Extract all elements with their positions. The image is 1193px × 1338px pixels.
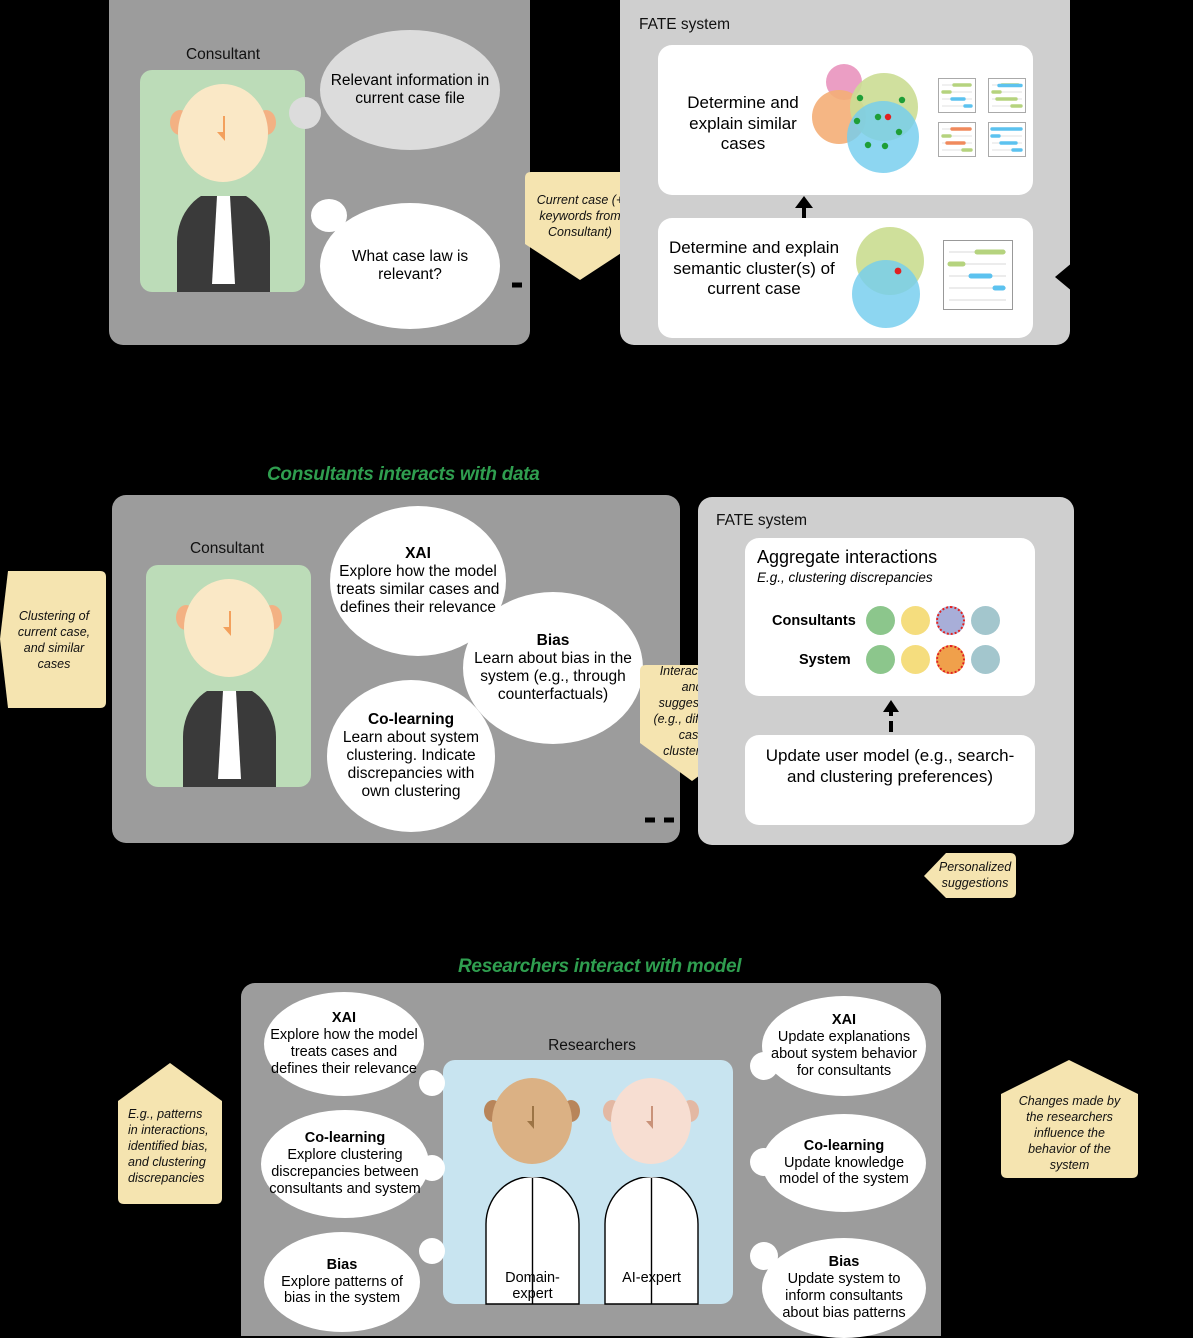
bottom-left-xai-bubble-tail bbox=[419, 1070, 445, 1096]
middle-colearning-title: Co-learning bbox=[367, 711, 455, 729]
aggregate-dot-system-2 bbox=[901, 645, 930, 674]
bottom-left-bias-title: Bias bbox=[326, 1256, 358, 1273]
bottom-left-colearning-text: Explore clustering discrepancies between… bbox=[269, 1147, 421, 1197]
researcher1-nose-icon bbox=[527, 1106, 534, 1129]
aggregate-row-system-label: System bbox=[799, 652, 851, 668]
consultant-nose-icon bbox=[217, 116, 225, 141]
relevant-info-text: Relevant information in current case fil… bbox=[330, 72, 490, 107]
middle-bias-bubble: Bias Learn about bias in the system (e.g… bbox=[463, 592, 643, 744]
bottom-left-xai-bubble: XAI Explore how the model treats cases a… bbox=[264, 992, 424, 1096]
researchers-label: Researchers bbox=[548, 1037, 636, 1054]
what-case-law-bubble: What case law is relevant? bbox=[320, 203, 500, 329]
aggregate-subtitle: E.g., clustering discrepancies bbox=[757, 570, 933, 585]
consultant-robe-icon bbox=[177, 196, 270, 292]
bottom-left-xai-title: XAI bbox=[331, 1010, 357, 1027]
middle-consultant-robe-icon bbox=[183, 691, 276, 787]
middle-colearning-bubble: Co-learning Learn about system clusterin… bbox=[327, 680, 495, 832]
bottom-left-colearning-title: Co-learning bbox=[304, 1130, 386, 1147]
bottom-left-colearning-bubble: Co-learning Explore clustering discrepan… bbox=[261, 1110, 429, 1218]
bottom-right-colearning-title: Co-learning bbox=[803, 1137, 885, 1154]
current-case-callout: Current case (+ keywords from Consultant… bbox=[536, 193, 624, 239]
what-case-law-text: What case law is relevant? bbox=[351, 248, 469, 283]
bottom-right-xai-bubble: XAI Update explanations about system beh… bbox=[762, 996, 926, 1096]
aggregate-dot-system-1 bbox=[866, 645, 895, 674]
aggregate-dot-system-4 bbox=[971, 645, 1000, 674]
aggregate-dot-consultants-2 bbox=[901, 606, 930, 635]
aggregate-dot-consultants-4 bbox=[971, 606, 1000, 635]
researchers-section-title: Researchers interact with model bbox=[458, 956, 742, 977]
bottom-right-bias-title: Bias bbox=[828, 1254, 860, 1271]
clustering-callout: Clustering of current case, and similar … bbox=[17, 609, 91, 671]
top-fate-label: FATE system bbox=[639, 16, 731, 33]
middle-xai-title: XAI bbox=[405, 545, 431, 563]
update-user-model-text: Update user model (e.g., search- and clu… bbox=[765, 746, 1015, 786]
researcher1-role-label: Domain-expert bbox=[505, 1270, 560, 1302]
top-fate-right-inlet-arrow bbox=[1055, 262, 1073, 292]
bottom-left-bias-bubble-tail bbox=[419, 1238, 445, 1264]
changes-callout: Changes made by the researchers influenc… bbox=[1018, 1094, 1121, 1172]
similar-cases-venn-chart bbox=[812, 64, 919, 173]
bottom-right-bias-text: Update system to inform consultants abou… bbox=[782, 1271, 906, 1321]
determine-similar-cases-text: Determine and explain similar cases bbox=[687, 93, 799, 154]
top-consultant-label: Consultant bbox=[185, 46, 261, 63]
determine-semantic-cluster-text: Determine and explain semantic cluster(s… bbox=[668, 238, 840, 299]
bottom-right-xai-title: XAI bbox=[831, 1012, 857, 1029]
middle-colearning-text: Learn about system clustering. Indicate … bbox=[342, 729, 480, 800]
middle-consultant-nose-icon bbox=[223, 611, 231, 636]
bottom-right-xai-text: Update explanations about system behavio… bbox=[771, 1029, 917, 1079]
aggregate-title: Aggregate interactions bbox=[757, 547, 938, 567]
aggregate-row-consultants-label: Consultants bbox=[772, 613, 856, 629]
middle-xai-text: Explore how the model treats similar cas… bbox=[336, 563, 500, 616]
aggregate-dot-consultants-3 bbox=[936, 606, 965, 635]
aggregate-dot-system-3 bbox=[936, 645, 965, 674]
middle-fate-label: FATE system bbox=[716, 512, 808, 529]
middle-bias-text: Learn about bias in the system (e.g., th… bbox=[474, 650, 632, 703]
bottom-right-colearning-text: Update knowledge model of the system bbox=[779, 1154, 909, 1188]
relevant-info-bubble-tail bbox=[289, 97, 321, 129]
middle-consultant-label: Consultant bbox=[189, 540, 265, 557]
researcher2-nose-icon bbox=[646, 1106, 653, 1129]
relevant-info-bubble: Relevant information in current case fil… bbox=[320, 30, 500, 150]
researcher2-role-label: AI-expert bbox=[622, 1270, 681, 1286]
patterns-callout: E.g., patterns in interactions, identifi… bbox=[128, 1107, 209, 1185]
bottom-right-colearning-bubble: Co-learning Update knowledge model of th… bbox=[762, 1114, 926, 1212]
semantic-cluster-document-icon bbox=[943, 240, 1013, 310]
aggregate-dot-consultants-1 bbox=[866, 606, 895, 635]
bottom-right-bias-bubble: Bias Update system to inform consultants… bbox=[762, 1238, 926, 1338]
semantic-cluster-venn-chart bbox=[852, 227, 924, 328]
bottom-left-xai-text: Explore how the model treats cases and d… bbox=[270, 1027, 418, 1077]
bottom-left-bias-text: Explore patterns of bias in the system bbox=[281, 1273, 403, 1307]
consultants-section-title: Consultants interacts with data bbox=[267, 464, 540, 485]
middle-bias-title: Bias bbox=[536, 632, 570, 650]
middle-fate-internal-up-arrow bbox=[883, 700, 899, 732]
fate-internal-up-arrow bbox=[795, 196, 813, 220]
bottom-left-bias-bubble: Bias Explore patterns of bias in the sys… bbox=[264, 1232, 420, 1332]
similar-cases-document-icons bbox=[938, 78, 1026, 157]
personalized-suggestions-callout: Personalized suggestions bbox=[938, 860, 1012, 890]
